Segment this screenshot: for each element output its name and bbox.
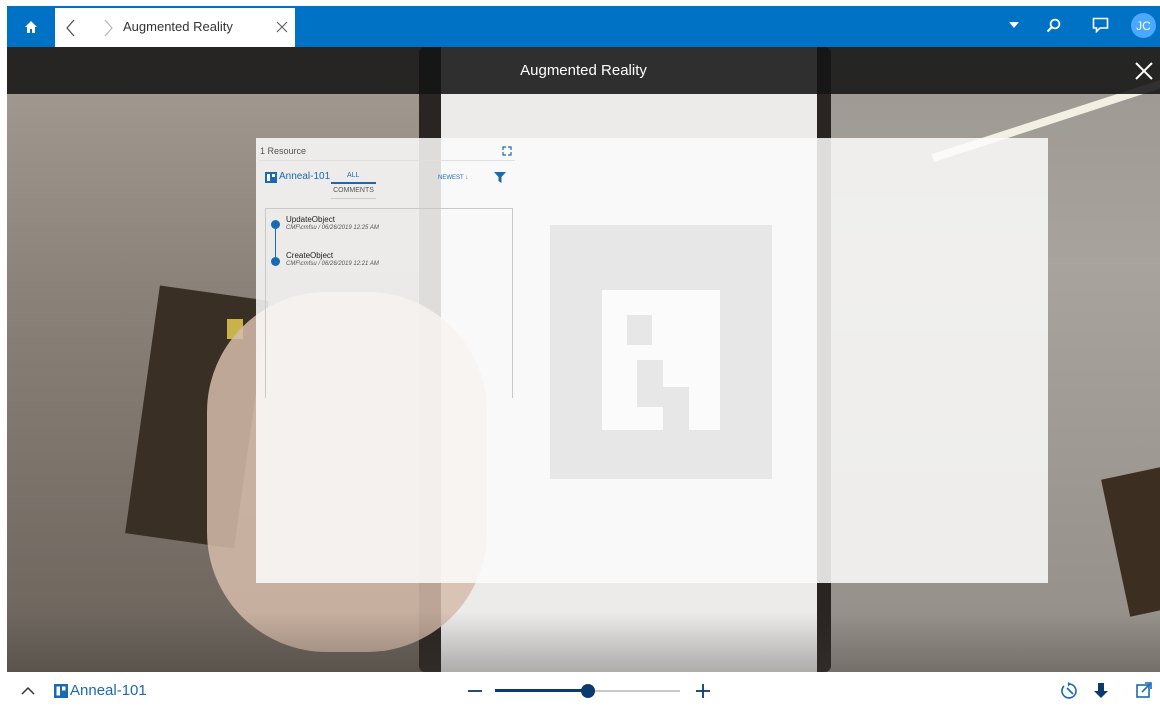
event-title[interactable]: UpdateObject — [286, 215, 335, 224]
divider — [259, 160, 515, 161]
event-meta: CMF\cmfsu / 06/26/2019 12:25 AM — [286, 225, 379, 231]
event-meta: CMF\cmfsu / 06/26/2019 12:21 AM — [286, 261, 379, 267]
expand-icon[interactable] — [502, 146, 512, 156]
minus-icon[interactable] — [466, 684, 484, 698]
download-icon[interactable] — [1092, 682, 1110, 700]
tab-comments[interactable]: COMMENTS — [331, 187, 376, 199]
resource-name[interactable]: Anneal-101 — [279, 171, 330, 182]
filter-icon[interactable] — [494, 172, 506, 183]
chevron-up-icon[interactable] — [21, 686, 35, 696]
plus-icon[interactable] — [695, 683, 711, 699]
timeline-line — [275, 224, 276, 260]
zoom-slider-fill — [495, 689, 588, 692]
resource-icon — [265, 172, 277, 183]
event-title[interactable]: CreateObject — [286, 251, 333, 260]
tab-title: Augmented Reality — [123, 19, 233, 34]
top-bar: Augmented Reality JC — [0, 0, 1160, 47]
search-icon[interactable] — [1041, 13, 1065, 37]
home-icon — [25, 20, 37, 33]
chevron-left-icon[interactable] — [63, 17, 79, 39]
home-button[interactable] — [7, 6, 55, 47]
caret-down-icon[interactable] — [1002, 13, 1026, 37]
bottom-shadow — [7, 612, 1160, 672]
close-icon[interactable] — [1134, 61, 1154, 81]
timeline-dot — [271, 220, 280, 229]
zoom-slider-knob[interactable] — [580, 684, 595, 698]
event-timeline — [265, 208, 513, 398]
avatar[interactable]: JC — [1131, 13, 1156, 38]
popout-icon[interactable] — [1135, 682, 1153, 700]
tab-all[interactable]: ALL — [331, 170, 376, 184]
zoom-slider[interactable] — [495, 684, 680, 698]
resource-name[interactable]: Anneal-101 — [70, 682, 147, 699]
resource-count: 1 Resource — [260, 146, 307, 156]
resource-icon — [54, 684, 68, 698]
sort-dropdown[interactable]: NEWEST ↓ — [438, 175, 468, 181]
close-icon[interactable] — [274, 19, 290, 35]
chevron-right-icon[interactable] — [100, 17, 116, 39]
timeline-dot — [271, 257, 280, 266]
view-title: Augmented Reality — [520, 62, 647, 79]
comment-icon[interactable] — [1088, 13, 1112, 37]
recenter-icon[interactable] — [1061, 682, 1079, 700]
